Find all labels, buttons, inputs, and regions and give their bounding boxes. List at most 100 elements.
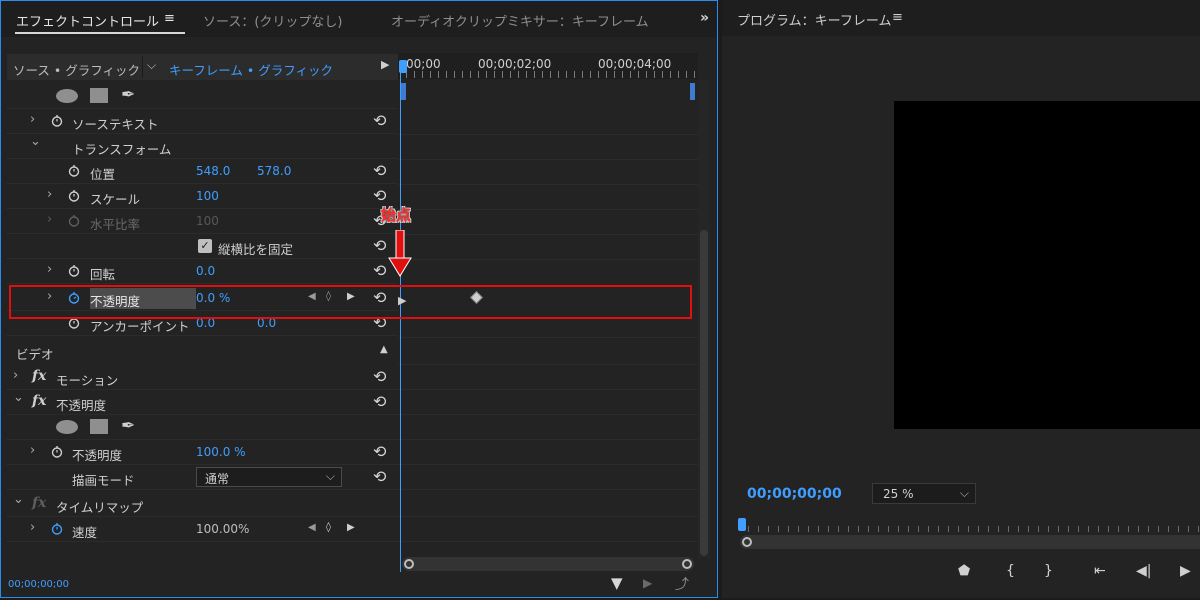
reset-icon[interactable]: ⟲ — [373, 186, 386, 205]
panel-tab-bar: エフェクトコントロール ≡ ソース：(クリップなし) オーディオクリップミキサー… — [1, 1, 717, 37]
add-keyframe-icon[interactable]: ◊ — [326, 522, 331, 533]
property-row-position: 位置 548.0 578.0 ⟲ — [6, 159, 398, 184]
tab-source[interactable]: ソース：(クリップなし) — [203, 11, 343, 30]
go-to-in-icon[interactable]: ⇤ — [1094, 563, 1106, 579]
scroll-handle-right[interactable] — [682, 559, 692, 569]
fx-icon: fx — [32, 495, 47, 511]
ellipse-mask-icon[interactable] — [56, 420, 78, 434]
property-row-source-text: › ソーステキスト ⟲ — [6, 109, 398, 134]
twirl-open-icon[interactable]: ⌄ — [13, 492, 24, 507]
property-row-scale: › スケール 100 ⟲ — [6, 184, 398, 209]
playhead-handle[interactable] — [399, 60, 407, 73]
mark-in-icon[interactable]: { — [1006, 563, 1015, 579]
ellipse-mask-icon[interactable] — [56, 89, 78, 103]
mark-out-icon[interactable]: } — [1044, 563, 1053, 579]
reset-icon[interactable]: ⟲ — [373, 161, 386, 180]
more-tabs-icon[interactable]: » — [700, 10, 709, 26]
play-clip-icon[interactable]: ▶ — [381, 58, 389, 71]
program-timecode[interactable]: 00;00;00;00 — [747, 486, 842, 502]
twirl-open-icon[interactable]: ⌄ — [13, 390, 24, 405]
reset-icon[interactable]: ⟲ — [373, 367, 386, 386]
annotation-label: 始点 — [381, 206, 412, 224]
timeline-row-divider — [398, 541, 698, 542]
fx-icon[interactable]: fx — [32, 393, 46, 409]
stopwatch-active-icon[interactable] — [51, 522, 63, 535]
stopwatch-icon[interactable] — [51, 445, 63, 458]
twirl-closed-icon: › — [47, 212, 53, 227]
scroll-handle-left[interactable] — [404, 559, 414, 569]
add-marker-icon[interactable]: ⬟ — [958, 563, 970, 579]
chevron-down-icon: ⌵ — [325, 469, 335, 483]
twirl-open-icon[interactable]: ⌄ — [30, 134, 41, 149]
zoom-level-select[interactable]: 25 % ⌵ — [872, 483, 976, 504]
reset-icon[interactable]: ⟲ — [373, 467, 386, 486]
stopwatch-icon[interactable] — [51, 114, 63, 127]
property-label: 速度 — [72, 525, 98, 540]
property-label: 水平比率 — [90, 217, 141, 232]
fx-icon[interactable]: fx — [32, 368, 46, 384]
twirl-closed-icon[interactable]: › — [30, 443, 35, 458]
stopwatch-icon[interactable] — [68, 164, 80, 177]
reset-icon[interactable]: ⟲ — [373, 442, 386, 461]
pen-mask-icon[interactable]: ✒ — [121, 416, 135, 436]
rotation-value[interactable]: 0.0 — [196, 264, 215, 278]
panel-menu-icon[interactable]: ≡ — [164, 11, 175, 26]
twirl-closed-icon[interactable]: › — [47, 262, 52, 277]
property-row-speed: › 速度 100.00% ◀ ◊ ▶ — [6, 517, 398, 542]
program-zoom-scrollbar[interactable] — [740, 535, 1200, 549]
filter-icon[interactable]: ▼ — [611, 574, 623, 592]
program-playhead[interactable] — [738, 518, 746, 531]
program-monitor-title[interactable]: プログラム：キーフレーム — [737, 10, 891, 29]
step-back-icon[interactable]: ◀| — [1136, 563, 1151, 579]
twirl-closed-icon[interactable]: › — [30, 520, 35, 535]
mask-tools-row: ✒ — [6, 84, 398, 109]
timeline-row-divider — [398, 464, 698, 465]
reset-icon[interactable]: ⟲ — [373, 111, 386, 130]
play-audio-icon[interactable]: ▶ — [643, 576, 652, 590]
blend-mode-select[interactable]: 通常 ⌵ — [196, 467, 342, 487]
play-icon[interactable]: ▶ — [1180, 563, 1191, 579]
position-y-value[interactable]: 578.0 — [257, 164, 291, 178]
panel-menu-icon[interactable]: ≡ — [892, 10, 903, 25]
program-time-ruler[interactable] — [740, 518, 1200, 532]
tab-effect-controls[interactable]: エフェクトコントロール — [16, 11, 159, 30]
rectangle-mask-icon[interactable] — [90, 419, 108, 434]
stopwatch-icon[interactable] — [68, 189, 80, 202]
prev-keyframe-icon[interactable]: ◀ — [308, 522, 316, 533]
scale-value[interactable]: 100 — [196, 189, 219, 203]
vertical-scrollbar-thumb[interactable] — [700, 230, 708, 556]
property-label: スケール — [90, 192, 141, 207]
rectangle-mask-icon[interactable] — [90, 88, 108, 103]
scroll-handle-left[interactable] — [742, 537, 752, 547]
position-x-value[interactable]: 548.0 — [196, 164, 230, 178]
program-video-frame[interactable] — [894, 101, 1200, 429]
opacity-percent-value[interactable]: 100.0 % — [196, 445, 246, 459]
ruler-ticks — [406, 71, 696, 78]
twirl-closed-icon[interactable]: › — [47, 187, 52, 202]
stopwatch-icon[interactable] — [68, 264, 80, 277]
collapse-up-icon[interactable]: ▲ — [380, 344, 388, 355]
work-area-start-handle[interactable] — [401, 83, 406, 100]
twirl-closed-icon[interactable]: › — [30, 112, 35, 127]
uniform-scale-checkbox[interactable]: ✓ — [198, 239, 212, 253]
reset-icon[interactable]: ⟲ — [373, 236, 386, 255]
tab-audio-clip-mixer[interactable]: オーディオクリップミキサー：キーフレーム — [391, 11, 649, 30]
time-ruler[interactable]: 00;00 00;00;02;00 00;00;04;00 — [398, 53, 698, 79]
timeline-zoom-scrollbar[interactable] — [402, 557, 694, 571]
chevron-down-icon[interactable]: ⌵ — [147, 58, 156, 73]
work-area-end-handle[interactable] — [690, 83, 695, 100]
property-row-opacity-value: › 不透明度 100.0 % ⟲ — [6, 440, 398, 465]
annotation-arrow-icon — [388, 230, 412, 277]
chevron-down-icon: ⌵ — [959, 486, 969, 500]
export-icon[interactable]: ⤴ — [675, 574, 689, 594]
speed-value[interactable]: 100.00% — [196, 522, 249, 536]
source-clip-label[interactable]: ソース • グラフィック — [13, 60, 140, 79]
pen-mask-icon[interactable]: ✒ — [121, 85, 135, 105]
next-keyframe-icon[interactable]: ▶ — [347, 522, 355, 533]
sequence-clip-label[interactable]: キーフレーム • グラフィック — [169, 60, 333, 79]
timeline-row-divider — [398, 134, 698, 135]
current-timecode[interactable]: 00;00;00;00 — [8, 579, 69, 590]
reset-icon[interactable]: ⟲ — [373, 392, 386, 411]
reset-icon[interactable]: ⟲ — [373, 261, 386, 280]
twirl-closed-icon[interactable]: › — [13, 368, 18, 383]
